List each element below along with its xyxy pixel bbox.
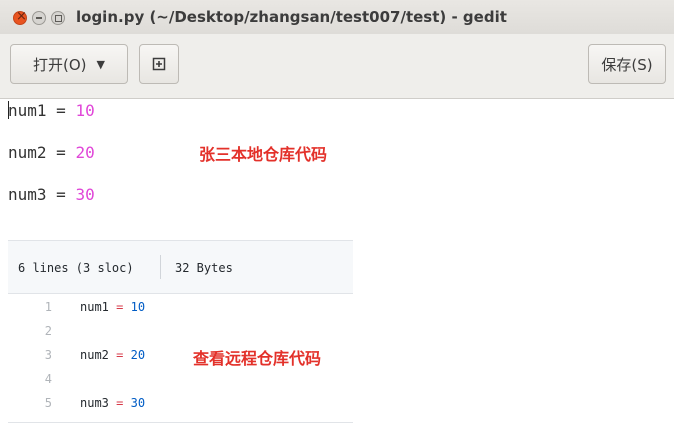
close-window-button[interactable] [13,9,27,25]
line-number[interactable]: 3 [8,348,52,362]
save-button[interactable]: 保存(S) [588,44,666,84]
code-text: num2 = 20 [80,348,146,362]
remote-repo-annotation: 查看远程仓库代码 [193,349,322,368]
remote-file-header: 6 lines (3 sloc) 32 Bytes [8,240,353,294]
open-button[interactable]: 打开(O) ▼ [10,44,128,84]
open-button-label: 打开(O) [33,55,87,74]
code-text: num3 = 30 [80,396,146,410]
maximize-window-button[interactable] [51,11,65,25]
table-row: 2 [8,320,353,344]
code-line: num3 = 30 [8,185,95,204]
table-row: 5 num3 = 30 [8,392,353,416]
minimize-window-button[interactable] [32,11,46,25]
file-size: 32 Bytes [175,261,233,275]
code-text: num1 = 10 [80,300,146,314]
new-document-icon [152,57,166,71]
code-line: num1 = 10 [8,101,95,120]
window-title: login.py (~/Desktop/zhangsan/test007/tes… [76,8,507,26]
code-line: num2 = 20 [8,143,95,162]
table-row: 4 [8,368,353,392]
new-document-button[interactable] [139,44,179,84]
save-button-label: 保存(S) [601,55,653,74]
toolbar: 打开(O) ▼ 保存(S) [0,34,674,99]
line-number[interactable]: 2 [8,324,52,338]
table-row: 1 num1 = 10 [8,296,353,320]
line-number[interactable]: 5 [8,396,52,410]
title-bar: login.py (~/Desktop/zhangsan/test007/tes… [0,0,674,34]
local-repo-annotation: 张三本地仓库代码 [199,145,328,164]
remote-code-listing: 1 num1 = 10 2 3 num2 = 20 4 5 num3 = 30 … [8,294,353,423]
line-number[interactable]: 4 [8,372,52,386]
chevron-down-icon: ▼ [96,57,105,71]
line-count: 6 lines (3 sloc) [18,261,134,275]
divider [160,255,161,279]
line-number[interactable]: 1 [8,300,52,314]
